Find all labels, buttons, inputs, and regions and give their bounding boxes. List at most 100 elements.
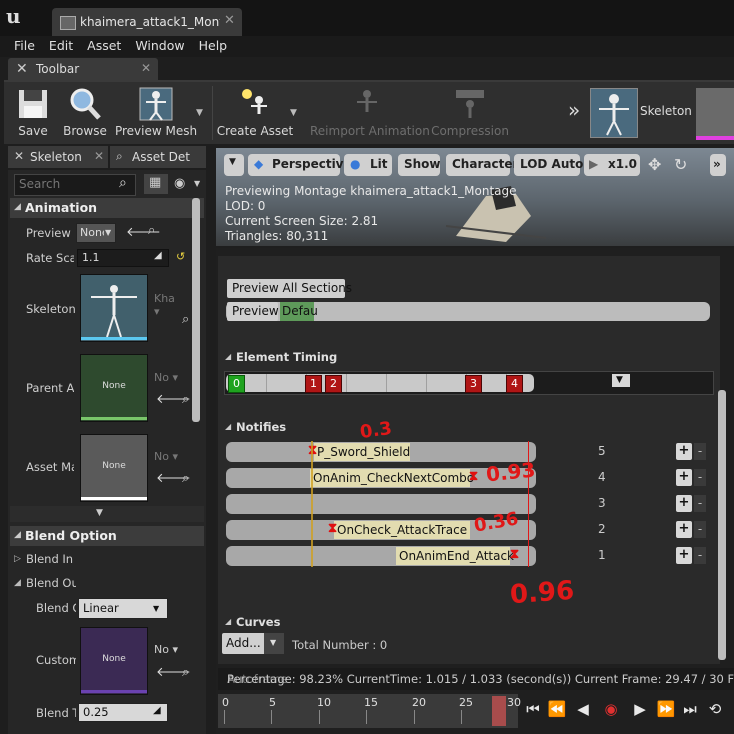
notify-marker-icon[interactable]: ⧗ xyxy=(469,469,478,485)
timing-marker-2[interactable]: 2 xyxy=(325,375,342,393)
skip-to-start-icon[interactable]: ⏮ xyxy=(523,700,543,722)
save-button[interactable]: Save xyxy=(10,82,56,144)
chevron-down-icon[interactable]: ▼ xyxy=(194,179,200,188)
notify-on-anim-check-next-combo[interactable]: OnAnim_CheckNextCombo xyxy=(310,469,474,487)
unreal-logo-icon[interactable]: u xyxy=(6,4,28,28)
menu-help[interactable]: Help xyxy=(185,36,228,53)
lod-auto-button[interactable]: LOD Auto xyxy=(514,154,583,176)
add-track-button[interactable]: + xyxy=(676,521,692,538)
reimport-animation-button[interactable]: Reimport Animation xyxy=(310,82,430,144)
overflow-chevron-icon[interactable]: » xyxy=(568,98,580,122)
perspective-button[interactable]: ◆ Perspective xyxy=(248,154,352,176)
step-forward-icon[interactable]: ⏩ xyxy=(656,700,676,722)
drag-handle-icon[interactable]: ◢ xyxy=(154,250,162,261)
preview-mesh-button[interactable]: Preview Mesh xyxy=(114,82,198,144)
remove-track-button[interactable]: - xyxy=(694,443,706,460)
collapse-arrow-icon[interactable]: ◢ xyxy=(225,422,231,431)
left-panel-scrollbar[interactable] xyxy=(192,198,200,422)
timing-options-button[interactable]: ▼ xyxy=(612,374,630,387)
notify-p-sword-shield[interactable]: P_Sword_Shield xyxy=(314,443,410,461)
menu-edit[interactable]: Edit xyxy=(35,36,73,53)
animation-section-header[interactable]: ◢ Animation xyxy=(10,198,204,218)
blend-out-label[interactable]: Blend Out xyxy=(26,576,76,590)
tab-skeleton[interactable]: ✕ Skeleton ✕ xyxy=(8,146,108,168)
move-gizmo-icon[interactable]: ✥ xyxy=(648,155,661,174)
viewport-menu-button[interactable]: ▼ xyxy=(224,154,244,176)
add-track-button[interactable]: + xyxy=(676,547,692,564)
add-track-button[interactable]: + xyxy=(676,469,692,486)
close-icon[interactable]: ✕ xyxy=(141,61,151,75)
collapse-arrow-icon[interactable]: ◢ xyxy=(225,352,231,361)
notify-on-anim-end-attack[interactable]: OnAnimEnd_Attack xyxy=(396,547,514,565)
skeleton-thumbnail[interactable] xyxy=(80,274,148,342)
browse-magnifier-icon[interactable]: ⌕ xyxy=(182,665,189,680)
blend-option-section-header[interactable]: ◢ Blend Option xyxy=(10,526,204,546)
search-icon[interactable]: ⌕ xyxy=(119,175,127,191)
create-asset-dropdown-icon[interactable]: ▼ xyxy=(290,108,297,118)
expand-arrow-icon[interactable]: ▷ xyxy=(14,554,21,564)
notify-marker-icon[interactable]: ⧗ xyxy=(510,547,519,563)
step-back-icon[interactable]: ⏪ xyxy=(547,700,567,722)
parent-asset-combo[interactable]: No ▾ xyxy=(154,371,180,387)
browse-magnifier-icon[interactable]: ⌕ xyxy=(182,312,189,327)
timeline-scrubber[interactable]: 0 5 10 15 20 25 30 xyxy=(218,694,521,728)
playback-speed-button[interactable]: ▶ x1.0 xyxy=(584,154,640,176)
browse-magnifier-icon[interactable]: ⌕ xyxy=(182,392,189,407)
create-asset-button[interactable]: Create Asset xyxy=(216,82,294,144)
blend-in-label[interactable]: Blend In xyxy=(26,552,73,566)
collapse-arrow-icon[interactable]: ◢ xyxy=(14,578,21,588)
parent-asset-thumbnail[interactable]: None xyxy=(80,354,148,422)
show-button[interactable]: Show xyxy=(398,154,441,176)
custom-curve-combo[interactable]: No ▾ xyxy=(154,643,180,659)
notify-track-row[interactable]: P_Sword_Shield ⧗ 5 + - xyxy=(226,441,712,463)
viewport-overflow-button[interactable]: » xyxy=(710,154,726,176)
browse-magnifier-icon[interactable]: ⌕ xyxy=(148,223,155,238)
skeleton-combo[interactable]: Kha ▾ xyxy=(154,292,180,318)
lit-button[interactable]: ● Lit xyxy=(344,154,392,176)
playhead[interactable] xyxy=(492,696,506,726)
add-track-button[interactable]: + xyxy=(676,495,692,512)
menu-window[interactable]: Window xyxy=(121,36,184,53)
notify-track-row[interactable]: OnAnimEnd_Attack ⧗ 1 + - xyxy=(226,545,712,567)
rate-scale-input[interactable]: 1.1 ◢ xyxy=(77,249,169,267)
menu-file[interactable]: File xyxy=(0,36,35,53)
remove-track-button[interactable]: - xyxy=(694,547,706,564)
search-field[interactable]: ⌕ xyxy=(14,174,136,196)
skip-to-end-icon[interactable]: ⏭ xyxy=(680,700,700,722)
play-reverse-icon[interactable]: ◀ xyxy=(573,700,593,722)
add-curve-dropdown[interactable]: ▼ xyxy=(264,633,284,654)
menu-asset[interactable]: Asset xyxy=(73,36,121,53)
timing-marker-4[interactable]: 4 xyxy=(506,375,523,393)
timing-marker-0[interactable]: 0 xyxy=(228,375,245,393)
timing-marker-1[interactable]: 1 xyxy=(305,375,322,393)
notify-on-check-attack-trace[interactable]: OnCheck_AttackTrace xyxy=(334,521,470,539)
preview-mesh-dropdown-icon[interactable]: ▼ xyxy=(196,108,203,118)
use-selected-arrow-icon[interactable]: 🡐 xyxy=(126,224,161,240)
preview-all-sections-button[interactable]: Preview All Sections xyxy=(227,279,352,298)
toolbar-tab[interactable]: ✕ Toolbar ✕ xyxy=(8,58,158,80)
remove-track-button[interactable]: - xyxy=(694,495,706,512)
rotate-gizmo-icon[interactable]: ↻ xyxy=(674,155,687,174)
view-options-button[interactable]: ▦ xyxy=(144,174,168,194)
browse-button[interactable]: Browse xyxy=(60,82,110,144)
close-icon[interactable]: ✕ xyxy=(224,13,235,28)
asset-mapping-thumbnail[interactable]: None xyxy=(80,434,148,502)
preview-viewport[interactable]: ▼ ◆ Perspective ● Lit Show Character LOD A… xyxy=(216,148,734,246)
asset-mapping-combo[interactable]: No ▾ xyxy=(154,450,180,466)
collapse-arrow-icon[interactable]: ◢ xyxy=(225,617,231,626)
add-track-button[interactable]: + xyxy=(676,443,692,460)
compression-button[interactable]: Compression xyxy=(428,82,512,144)
timing-marker-3[interactable]: 3 xyxy=(465,375,482,393)
add-curve-button[interactable]: Add... ▼ xyxy=(222,633,284,654)
reset-to-default-icon[interactable]: ↺ xyxy=(176,250,185,263)
notify-track-row[interactable]: OnCheck_AttackTrace ⧗ 2 + - xyxy=(226,519,712,541)
notify-track-row[interactable]: 3 + - xyxy=(226,493,712,515)
notify-track-row[interactable]: OnAnim_CheckNextCombo ⧗ 4 + - xyxy=(226,467,712,489)
document-tab[interactable]: khaimera_attack1_Montage ✕ xyxy=(52,8,242,36)
remove-track-button[interactable]: - xyxy=(694,469,706,486)
preview-section-button[interactable]: Preview xyxy=(227,302,279,321)
custom-curve-thumbnail[interactable]: None xyxy=(80,627,148,695)
mesh-mode-icon[interactable] xyxy=(696,88,734,140)
tab-asset-details[interactable]: ⌕ Asset Det xyxy=(110,146,206,168)
eye-icon[interactable]: ◉ xyxy=(174,176,185,191)
